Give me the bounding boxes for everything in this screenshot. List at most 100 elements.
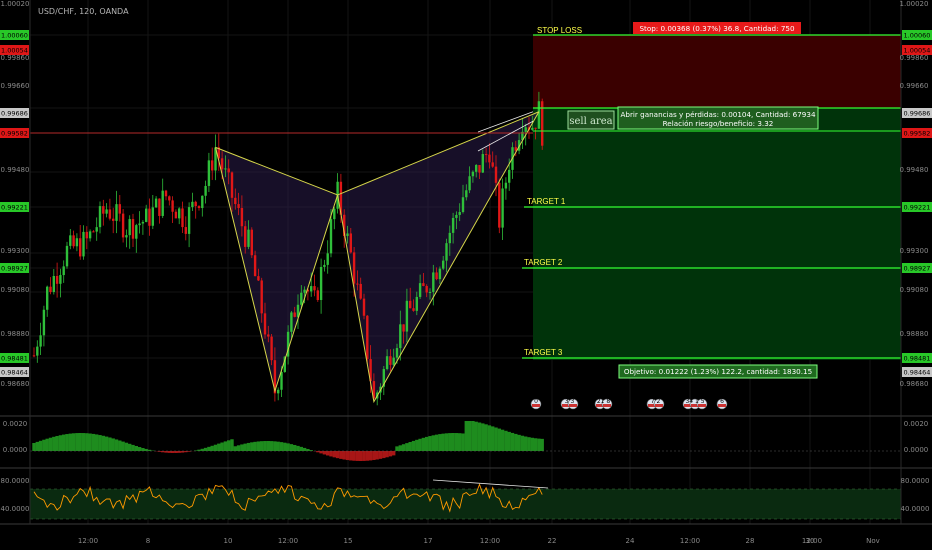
indicator1-bar	[527, 437, 531, 451]
left-indicator1-tick: 0.0000	[3, 446, 28, 454]
candle-body	[88, 231, 92, 239]
left-price-tick-label: 1.00020	[1, 0, 30, 8]
indicator1-bar	[32, 443, 36, 451]
time-tick-label: 28	[746, 537, 755, 545]
indicator1-bar	[497, 428, 501, 451]
indicator1-bar	[474, 421, 478, 451]
candle-body	[435, 272, 438, 280]
price-tick-label: 0.98880	[900, 330, 929, 338]
candle-body	[164, 190, 168, 197]
candle-body	[359, 283, 362, 299]
indicator1-bar	[329, 451, 333, 457]
candle-body	[197, 206, 201, 209]
indicator1-bar	[128, 443, 132, 451]
indicator1-bar	[233, 446, 237, 451]
indicator1-bar	[273, 441, 277, 451]
candle-body	[105, 209, 108, 214]
indicator1-bar	[42, 439, 46, 451]
candle-body	[95, 227, 98, 232]
candle-body	[260, 280, 263, 314]
indicator1-bar	[200, 448, 204, 451]
event-marker[interactable]: 7 2	[646, 398, 665, 410]
indicator1-bar	[223, 441, 228, 451]
indicator1-bar	[75, 433, 79, 451]
left-price-tag-text: 0.99686	[1, 110, 28, 118]
candle-body	[501, 188, 504, 228]
indicator1-bar	[421, 437, 426, 451]
indicator1-bar	[250, 442, 254, 451]
indicator1-bar	[434, 434, 439, 451]
indicator1-bar	[411, 440, 416, 451]
left-price-tag-text: 0.99582	[1, 130, 28, 138]
indicator1-bar	[352, 451, 356, 461]
candle-body	[293, 312, 296, 317]
symbol-title: USD/CHF, 120, OANDA	[38, 7, 129, 16]
candle-body	[204, 185, 207, 196]
indicator1-bar	[458, 433, 462, 451]
target-info-text: Objetivo: 0.01222 (1.23%) 122.2, cantida…	[624, 367, 812, 376]
indicator1-bar	[88, 433, 92, 451]
indicator1-bar	[322, 451, 327, 455]
indicator1-bar	[243, 443, 247, 451]
candle-body	[465, 190, 468, 198]
indicator1-bar	[345, 451, 350, 461]
indicator1-bar	[85, 433, 89, 451]
trading-chart[interactable]: USD/CHF, 120, OANDA STOP LOSS Stop: 0.00…	[0, 0, 932, 550]
candle-body	[187, 207, 191, 234]
candle-body	[49, 286, 52, 292]
left-price-tick-label: 0.99860	[1, 54, 30, 62]
left-price-tag-text: 0.98481	[1, 355, 28, 363]
candle-body	[455, 214, 458, 218]
candle-body	[392, 357, 395, 365]
indicator1-bar	[395, 446, 399, 451]
oscillator-band	[30, 489, 901, 519]
time-tick-label: 12:00	[278, 537, 298, 545]
candle-body	[362, 298, 366, 316]
indicator1-bar	[256, 441, 261, 451]
time-tick-label: 17	[424, 537, 433, 545]
candle-body	[280, 371, 283, 390]
candle-body	[108, 209, 112, 219]
right-price-tag-text: 1.00060	[904, 32, 931, 40]
indicator1-bar	[78, 433, 82, 451]
event-marker[interactable]: 34 1 5	[682, 398, 708, 410]
candle-body	[151, 207, 154, 226]
candle-body	[59, 275, 62, 284]
indicator1-bar	[355, 451, 360, 461]
candle-body	[349, 233, 352, 253]
indicator1-bar	[121, 441, 125, 451]
candle-body	[316, 290, 319, 301]
indicator1-bar	[339, 451, 343, 459]
candle-body	[46, 286, 49, 310]
left-price-tick-label: 0.98880	[1, 330, 30, 338]
candle-body	[389, 356, 392, 365]
candle-body	[220, 158, 224, 170]
price-tick-label: 0.99300	[900, 247, 929, 255]
indicator1-bar	[491, 426, 495, 451]
candle-body	[303, 289, 306, 293]
indicator1-bar	[299, 446, 303, 451]
indicator1-bar	[81, 433, 86, 451]
candle-body	[240, 207, 244, 227]
indicator1-bar	[52, 436, 56, 451]
candle-body	[366, 315, 369, 360]
event-marker[interactable]: 3 3	[560, 398, 579, 410]
candle-body	[534, 127, 537, 129]
time-tick-label: 15	[344, 537, 353, 545]
candle-body	[432, 272, 435, 292]
candle-body	[290, 312, 293, 332]
candle-body	[438, 268, 442, 280]
candle-body	[135, 225, 138, 239]
candle-body	[461, 197, 465, 213]
indicator1-bar	[408, 441, 412, 451]
candle-body	[184, 227, 187, 234]
indicator1-bar	[504, 430, 508, 451]
target2-label: TARGET 2	[524, 258, 563, 267]
candle-body	[201, 195, 204, 209]
indicator1-bar	[137, 447, 142, 451]
indicator1-bar	[279, 442, 284, 451]
event-marker[interactable]: 21 8	[594, 398, 613, 410]
candle-body	[468, 176, 471, 191]
right-price-tag-text: 1.00054	[904, 47, 931, 55]
indicator1-bar	[65, 434, 69, 451]
